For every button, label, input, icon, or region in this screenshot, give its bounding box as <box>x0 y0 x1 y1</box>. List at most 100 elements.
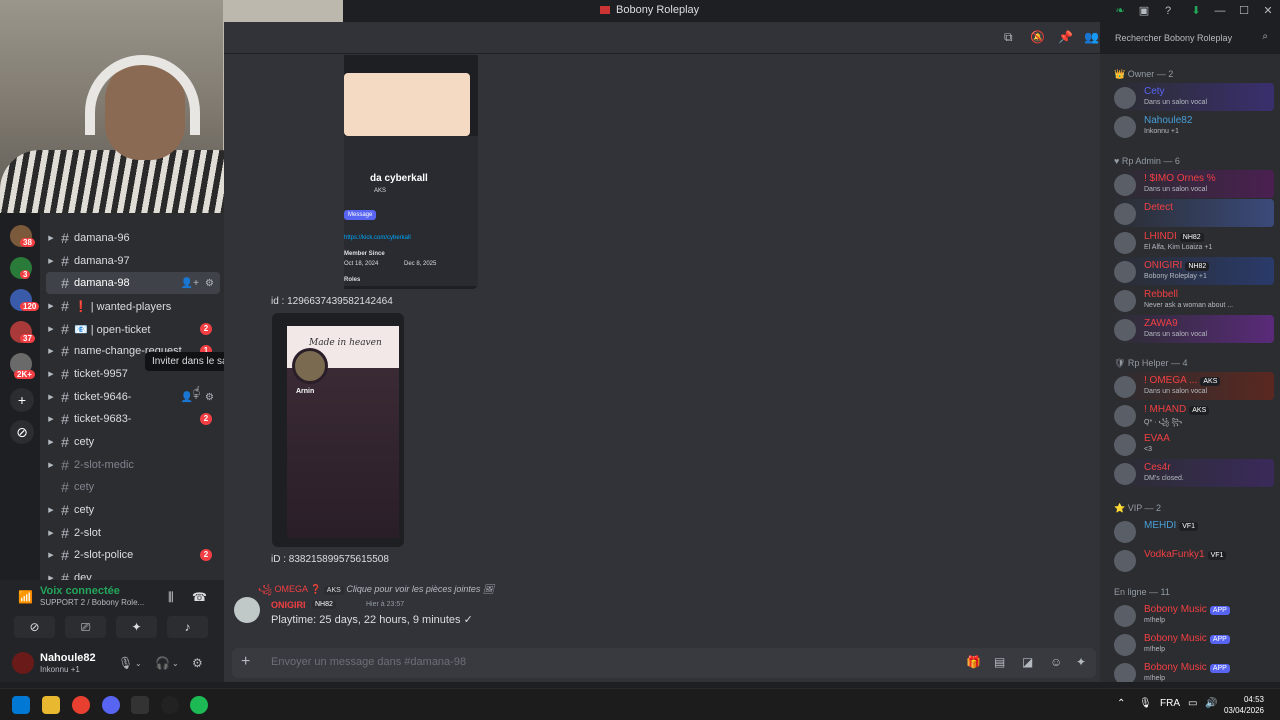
member-item[interactable]: LHINDI NH82 El Alfa, Kim Loaiza +1 <box>1112 228 1274 256</box>
nitro-icon[interactable]: ❧ <box>1108 0 1132 22</box>
channel-item[interactable]: ▶ # ticket-9683- 2 <box>46 408 220 430</box>
cursor-icon: ☝ <box>193 384 201 398</box>
member-item[interactable]: Bobony Music APP m!help <box>1112 630 1274 658</box>
message-composer[interactable]: + Envoyer un message dans #damana-98 🎁 ▤… <box>232 648 1096 678</box>
maximize-button[interactable]: ☐ <box>1232 0 1256 22</box>
message-input[interactable]: Envoyer un message dans #damana-98 <box>271 656 466 668</box>
hash-icon: # <box>61 547 69 563</box>
member-item[interactable]: EVAA <3 <box>1112 430 1274 458</box>
member-item[interactable]: Rebbell Never ask a woman about ... <box>1112 286 1274 314</box>
search-box[interactable]: Rechercher Bobony Roleplay ⌕ <box>1110 30 1272 46</box>
channel-item[interactable]: ▶ # ❗ | wanted-players <box>46 295 220 317</box>
chat-header: ⧉ 🔕 📌 👥 <box>224 22 1100 54</box>
channel-item[interactable]: # damana-98 👤+ ⚙ <box>46 272 220 294</box>
activities-button[interactable]: ✦ <box>116 616 157 638</box>
channel-item[interactable]: ▶ #2-slot-medic <box>46 454 220 476</box>
channel-item[interactable]: # cety <box>46 476 220 498</box>
add-attachment-icon[interactable]: + <box>241 653 250 671</box>
profile-embed[interactable]: da cyberkall AKS Message https://kick.co… <box>344 55 478 289</box>
gear-icon[interactable]: ⚙ <box>192 656 203 670</box>
voice-status[interactable]: Voix connectée <box>40 585 120 597</box>
member-item[interactable]: ! MHAND AKS Q* · ꧁ ꧂ <box>1112 401 1274 429</box>
members-icon[interactable]: 👥 <box>1084 30 1099 44</box>
file-explorer-icon[interactable] <box>42 696 60 714</box>
language-indicator[interactable]: FRA <box>1160 698 1180 709</box>
member-item[interactable]: ONIGIRI NH82 Bobony Roleplay +1 <box>1112 257 1274 285</box>
camera-button[interactable]: ⊘ <box>14 616 55 638</box>
member-status: DM's closed. <box>1144 475 1184 482</box>
member-item[interactable]: VodkaFunky1 VF1 <box>1112 546 1274 574</box>
chevron-down-icon[interactable]: ⌄ <box>172 659 179 668</box>
member-item[interactable]: ZAWA9 Dans un salon vocal <box>1112 315 1274 343</box>
obs-icon[interactable] <box>161 696 179 714</box>
chrome-icon[interactable] <box>72 696 90 714</box>
search-input[interactable]: Rechercher Bobony Roleplay <box>1115 33 1232 43</box>
member-item[interactable]: Ces4r DM's closed. <box>1112 459 1274 487</box>
headphones-icon[interactable]: 🎧 <box>155 656 170 670</box>
start-icon[interactable] <box>12 696 30 714</box>
volume-icon[interactable]: 🔊 <box>1205 698 1217 709</box>
member-item[interactable]: ! $IMO Ornes % Dans un salon vocal <box>1112 170 1274 198</box>
capcut-icon[interactable] <box>131 696 149 714</box>
member-item[interactable]: ! OMEGA ... AKS Dans un salon vocal <box>1112 372 1274 400</box>
apps-icon[interactable]: ✦ <box>1076 655 1086 669</box>
message-author[interactable]: ONIGIRI <box>271 600 306 610</box>
gif-icon[interactable]: ▤ <box>994 655 1005 669</box>
user-name[interactable]: Nahoule82 <box>40 652 96 664</box>
channel-item[interactable]: ▶ #2-slot-police 2 <box>46 544 220 566</box>
member-name: Nahoule82 <box>1144 115 1193 126</box>
channel-item[interactable]: ▶ # dev <box>46 567 220 580</box>
invite-icon[interactable]: 👤+ <box>181 278 199 289</box>
discord-icon[interactable] <box>102 696 120 714</box>
noise-suppression-icon[interactable]: ⫼ <box>168 590 174 605</box>
gift-icon[interactable]: 🎁 <box>966 655 981 669</box>
gear-icon[interactable]: ⚙ <box>205 392 214 403</box>
explore-servers-button[interactable]: ⊘ <box>10 420 34 444</box>
pin-icon[interactable]: 📌 <box>1058 30 1073 44</box>
soundboard-button[interactable]: ♪ <box>167 616 208 638</box>
chevron-down-icon[interactable]: ⌄ <box>135 659 142 668</box>
notifications-icon[interactable]: 🔕 <box>1030 30 1045 44</box>
channel-item[interactable]: ▶ # 📧 | open-ticket 2 <box>46 318 220 340</box>
voice-channel[interactable]: SUPPORT 2 / Bobony Role... <box>40 598 144 607</box>
channel-item[interactable]: ▶ # damana-96 <box>46 227 220 249</box>
inbox-icon[interactable]: ▣ <box>1132 0 1156 22</box>
update-icon[interactable]: ⬇ <box>1184 0 1208 22</box>
chevron-up-icon[interactable]: ⌃ <box>1117 698 1125 709</box>
disconnect-icon[interactable]: ☎ <box>192 590 207 604</box>
add-server-button[interactable]: + <box>10 388 34 412</box>
taskbar: ⌃ 🎙 FRA ▭ 🔊 04:53 03/04/2026 <box>0 688 1280 720</box>
screen-share-button[interactable]: ⎚ <box>65 616 106 638</box>
member-item[interactable]: Bobony Music APP m!help <box>1112 659 1274 682</box>
sticker-icon[interactable]: ◪ <box>1022 655 1033 669</box>
reply-text: Clique pour voir les pièces jointes <box>346 584 481 594</box>
microphone-icon[interactable]: 🎙 <box>118 656 133 670</box>
gear-icon[interactable]: ⚙ <box>205 278 214 289</box>
minimize-button[interactable]: — <box>1208 0 1232 22</box>
avatar[interactable] <box>12 652 34 674</box>
avatar <box>1114 550 1136 572</box>
help-icon[interactable]: ? <box>1156 0 1180 22</box>
member-item[interactable]: MEHDI VF1 <box>1112 517 1274 545</box>
member-item[interactable]: Nahoule82 Inkonnu +1 <box>1112 112 1274 140</box>
microphone-icon[interactable]: 🎙 <box>1139 698 1152 709</box>
spotify-icon[interactable] <box>190 696 208 714</box>
channel-item[interactable]: ▶ # damana-97 <box>46 250 220 272</box>
member-item[interactable]: Bobony Music APP m!help <box>1112 601 1274 629</box>
avatar[interactable] <box>234 597 260 623</box>
emoji-icon[interactable]: ☺ <box>1050 655 1062 669</box>
reply-reference[interactable]: ꧁ OMEGA ❓ AKS Clique pour voir les pièce… <box>258 583 494 601</box>
member-item[interactable]: Cety Dans un salon vocal <box>1112 83 1274 111</box>
avatar <box>1114 261 1136 283</box>
close-button[interactable]: ✕ <box>1256 0 1280 22</box>
member-name-row: Bobony Music APP <box>1144 633 1230 644</box>
channel-item[interactable]: ▶ # cety <box>46 431 220 453</box>
profile-embed[interactable]: Made in heaven Arnin <box>272 313 404 547</box>
avatar <box>1114 634 1136 656</box>
channel-item[interactable]: ▶ # cety <box>46 499 220 521</box>
network-icon[interactable]: ▭ <box>1188 698 1197 709</box>
threads-icon[interactable]: ⧉ <box>1004 30 1013 45</box>
channel-item[interactable]: ▶ #2-slot <box>46 522 220 544</box>
member-item[interactable]: Detect <box>1112 199 1274 227</box>
system-clock[interactable]: 04:53 03/04/2026 <box>1224 694 1264 716</box>
